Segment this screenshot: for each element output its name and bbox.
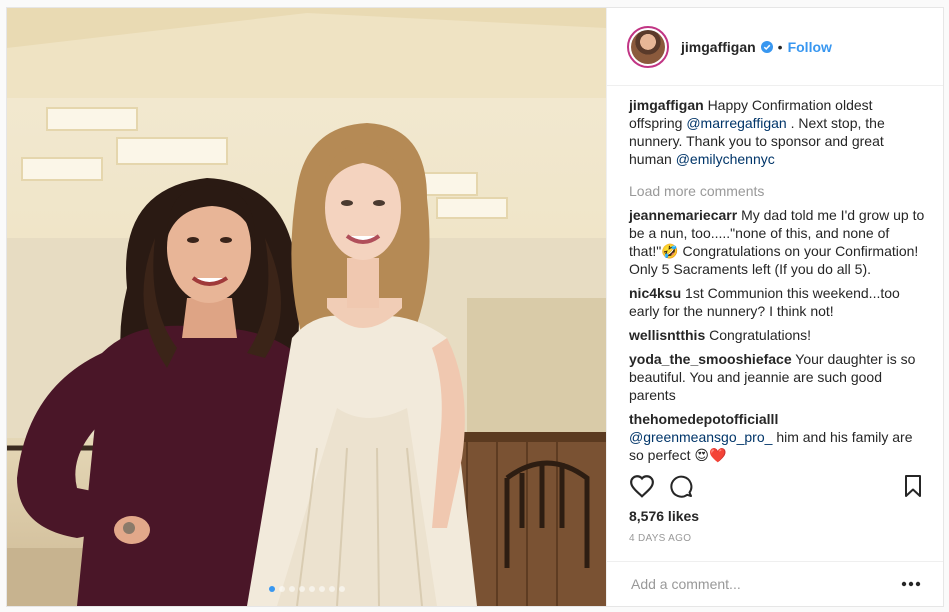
action-bar <box>627 474 923 502</box>
carousel-dot[interactable] <box>328 586 335 592</box>
carousel-dot[interactable] <box>268 586 275 592</box>
comment-item: thehomedepotofficialll @greenmeansgo_pro… <box>629 410 925 464</box>
caption-username[interactable]: jimgaffigan <box>629 97 704 113</box>
comment-item: jeannemariecarr My dad told me I'd grow … <box>629 206 925 278</box>
comment-item: wellisntthis Congratulations! <box>629 326 925 344</box>
post-sidebar: jimgaffigan • Follow jimgaffigan Happy C… <box>606 8 943 606</box>
caption-mention-2[interactable]: @emilychennyc <box>676 151 775 167</box>
comment-text: Congratulations! <box>709 327 812 343</box>
comment-username[interactable]: wellisntthis <box>629 327 705 343</box>
caption: jimgaffigan Happy Confirmation oldest of… <box>629 96 925 168</box>
comment-item: nic4ksu 1st Communion this weekend...too… <box>629 284 925 320</box>
caption-mention-1[interactable]: @marregaffigan <box>686 115 786 131</box>
comment-username[interactable]: yoda_the_smooshieface <box>629 351 792 367</box>
add-comment-input[interactable] <box>629 575 901 593</box>
carousel-dot[interactable] <box>338 586 345 592</box>
comment-username[interactable]: jeannemariecarr <box>629 207 737 223</box>
post-photo[interactable] <box>7 8 606 606</box>
avatar[interactable] <box>627 25 669 68</box>
carousel-dot[interactable] <box>278 586 285 592</box>
carousel-dot[interactable] <box>318 586 325 592</box>
more-options-icon[interactable] <box>901 581 921 587</box>
likes-count[interactable]: 8,576 likes <box>629 508 699 524</box>
bookmark-icon[interactable] <box>903 474 923 498</box>
follow-button[interactable]: Follow <box>788 39 832 55</box>
comment-username[interactable]: nic4ksu <box>629 285 681 301</box>
comment-username[interactable]: thehomedepotofficialll <box>629 411 778 427</box>
post-timestamp[interactable]: 4 DAYS AGO <box>629 533 691 544</box>
comments-list: jimgaffigan Happy Confirmation oldest of… <box>629 96 925 470</box>
heart-icon[interactable] <box>629 474 655 498</box>
carousel-dot[interactable] <box>288 586 295 592</box>
photo-illustration <box>7 8 606 606</box>
comment-icon[interactable] <box>669 474 693 498</box>
avatar-image <box>631 29 665 64</box>
load-more-comments-button[interactable]: Load more comments <box>629 182 925 200</box>
verified-badge-icon <box>760 40 773 53</box>
header-username[interactable]: jimgaffigan <box>681 39 756 55</box>
add-comment-bar <box>607 561 943 606</box>
post-header: jimgaffigan • Follow <box>607 8 943 86</box>
carousel-dot[interactable] <box>298 586 305 592</box>
instagram-post: jimgaffigan • Follow jimgaffigan Happy C… <box>6 7 944 607</box>
comment-mention[interactable]: @greenmeansgo_pro_ <box>629 429 772 445</box>
comment-item: yoda_the_smooshieface Your daughter is s… <box>629 350 925 404</box>
carousel-dot[interactable] <box>308 586 315 592</box>
header-separator: • <box>777 38 783 55</box>
carousel-indicator[interactable] <box>7 586 606 592</box>
